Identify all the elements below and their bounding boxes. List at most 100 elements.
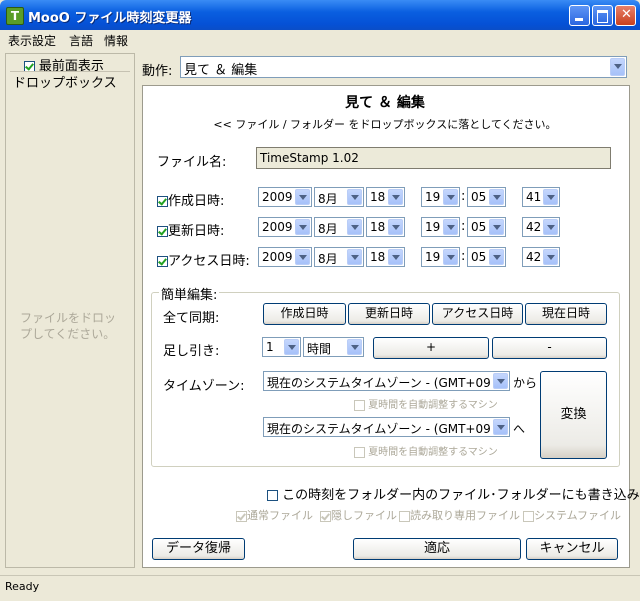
to-timezone-value: 現在のシステムタイムゾーン - (GMT+09 (267, 422, 491, 436)
hidden-files-check-icon (320, 510, 331, 522)
created-month-select[interactable]: 8月 (314, 187, 364, 207)
chevron-down-icon[interactable] (347, 339, 362, 355)
chevron-down-icon[interactable] (543, 219, 558, 235)
system-files-check-icon (523, 510, 534, 522)
action-select[interactable]: 見て ＆ 編集 (180, 56, 627, 78)
title-bar[interactable]: T MooO ファイル時刻変更器 ✕ (0, 0, 640, 30)
chevron-down-icon[interactable] (493, 373, 508, 389)
window-title: MooO ファイル時刻変更器 (28, 11, 192, 26)
modified-month-value: 8月 (318, 222, 338, 236)
chevron-down-icon[interactable] (489, 219, 504, 235)
chevron-down-icon[interactable] (347, 219, 362, 235)
to-dst-checkbox: 夏時間を自動調整するマシン (354, 443, 498, 458)
add-offset-button[interactable]: + (373, 337, 489, 359)
minimize-icon (575, 18, 583, 21)
created-hour-select[interactable]: 19 (421, 187, 460, 207)
write-subfolders-checkbox[interactable]: この時刻をフォルダー内のファイル･フォルダーにも書き込み (267, 484, 640, 503)
chevron-down-icon[interactable] (489, 249, 504, 265)
chevron-down-icon[interactable] (295, 249, 310, 265)
accessed-second-value: 42 (526, 250, 542, 264)
chevron-down-icon[interactable] (388, 219, 403, 235)
offset-amount-value: 1 (266, 340, 274, 354)
chevron-down-icon[interactable] (543, 189, 558, 205)
modified-month-select[interactable]: 8月 (314, 217, 364, 237)
accessed-year-value: 2009 (262, 250, 293, 264)
accessed-minute-select[interactable]: 05 (467, 247, 506, 267)
sync-now-button[interactable]: 現在日時 (525, 303, 607, 325)
maximize-icon (597, 10, 608, 23)
offset-amount-select[interactable]: 1 (262, 337, 301, 357)
offset-label: 足し引き: (163, 344, 220, 359)
modified-second-select[interactable]: 42 (522, 217, 560, 237)
offset-unit-select[interactable]: 時間 (303, 337, 364, 357)
chevron-down-icon[interactable] (347, 249, 362, 265)
to-timezone-select[interactable]: 現在のシステムタイムゾーン - (GMT+09 (263, 417, 510, 437)
created-month-value: 8月 (318, 192, 338, 206)
minimize-button[interactable] (569, 5, 590, 26)
chevron-down-icon[interactable] (489, 189, 504, 205)
chevron-down-icon[interactable] (493, 419, 508, 435)
chevron-down-icon[interactable] (295, 189, 310, 205)
created-time-checkbox[interactable]: 作成日時: (157, 190, 224, 209)
accessed-check-icon[interactable] (157, 256, 168, 267)
action-value: 見て ＆ 編集 (184, 63, 258, 78)
subtract-offset-button[interactable]: - (492, 337, 607, 359)
created-minute-select[interactable]: 05 (467, 187, 506, 207)
created-day-select[interactable]: 18 (366, 187, 405, 207)
menu-info[interactable]: 情報 (104, 32, 128, 49)
sync-modified-button[interactable]: 更新日時 (348, 303, 430, 325)
modified-time-label: 更新日時: (168, 224, 225, 239)
chevron-down-icon[interactable] (388, 189, 403, 205)
sync-created-button[interactable]: 作成日時 (263, 303, 346, 325)
accessed-year-select[interactable]: 2009 (258, 247, 312, 267)
modified-minute-select[interactable]: 05 (467, 217, 506, 237)
modified-check-icon[interactable] (157, 226, 168, 237)
normal-files-check-icon (236, 510, 247, 522)
maximize-button[interactable] (592, 5, 613, 26)
chevron-down-icon[interactable] (443, 249, 458, 265)
modified-day-value: 18 (370, 220, 386, 234)
accessed-month-select[interactable]: 8月 (314, 247, 364, 267)
from-timezone-select[interactable]: 現在のシステムタイムゾーン - (GMT+09 (263, 371, 510, 391)
modified-time-checkbox[interactable]: 更新日時: (157, 220, 224, 239)
chevron-down-icon[interactable] (443, 219, 458, 235)
apply-button[interactable]: 適応 (353, 538, 521, 560)
modified-hour-value: 19 (425, 220, 441, 234)
sync-accessed-button[interactable]: アクセス日時 (432, 303, 523, 325)
write-subfolders-check-icon[interactable] (267, 490, 278, 501)
convert-button[interactable]: 変換 (540, 371, 607, 459)
close-button[interactable]: ✕ (615, 5, 636, 26)
created-year-select[interactable]: 2009 (258, 187, 312, 207)
quick-edit-label: 簡単編集: (159, 284, 220, 303)
accessed-day-select[interactable]: 18 (366, 247, 405, 267)
modified-hour-select[interactable]: 19 (421, 217, 460, 237)
created-check-icon[interactable] (157, 196, 168, 207)
created-second-select[interactable]: 41 (522, 187, 560, 207)
chevron-down-icon[interactable] (295, 219, 310, 235)
menu-language[interactable]: 言語 (69, 32, 93, 49)
chevron-down-icon[interactable] (543, 249, 558, 265)
close-icon: ✕ (621, 7, 632, 22)
cancel-button[interactable]: キャンセル (526, 538, 618, 560)
normal-files-checkbox: 通常ファイル (236, 507, 313, 523)
modified-day-select[interactable]: 18 (366, 217, 405, 237)
accessed-second-select[interactable]: 42 (522, 247, 560, 267)
chevron-down-icon[interactable] (347, 189, 362, 205)
readonly-files-check-icon (399, 510, 410, 522)
accessed-time-checkbox[interactable]: アクセス日時: (157, 250, 250, 269)
restore-data-button[interactable]: データ復帰 (152, 538, 245, 560)
chevron-down-icon[interactable] (388, 249, 403, 265)
time-separator: : (461, 189, 466, 204)
created-hour-value: 19 (425, 190, 441, 204)
accessed-hour-select[interactable]: 19 (421, 247, 460, 267)
chevron-down-icon[interactable] (284, 339, 299, 355)
modified-year-select[interactable]: 2009 (258, 217, 312, 237)
to-suffix: へ (513, 422, 526, 436)
chevron-down-icon[interactable] (443, 189, 458, 205)
chevron-down-icon[interactable] (610, 58, 625, 76)
created-second-value: 41 (526, 190, 542, 204)
created-day-value: 18 (370, 190, 386, 204)
filename-label: ファイル名: (157, 155, 227, 170)
status-text: Ready (5, 580, 40, 593)
menu-display-settings[interactable]: 表示設定 (8, 32, 56, 49)
